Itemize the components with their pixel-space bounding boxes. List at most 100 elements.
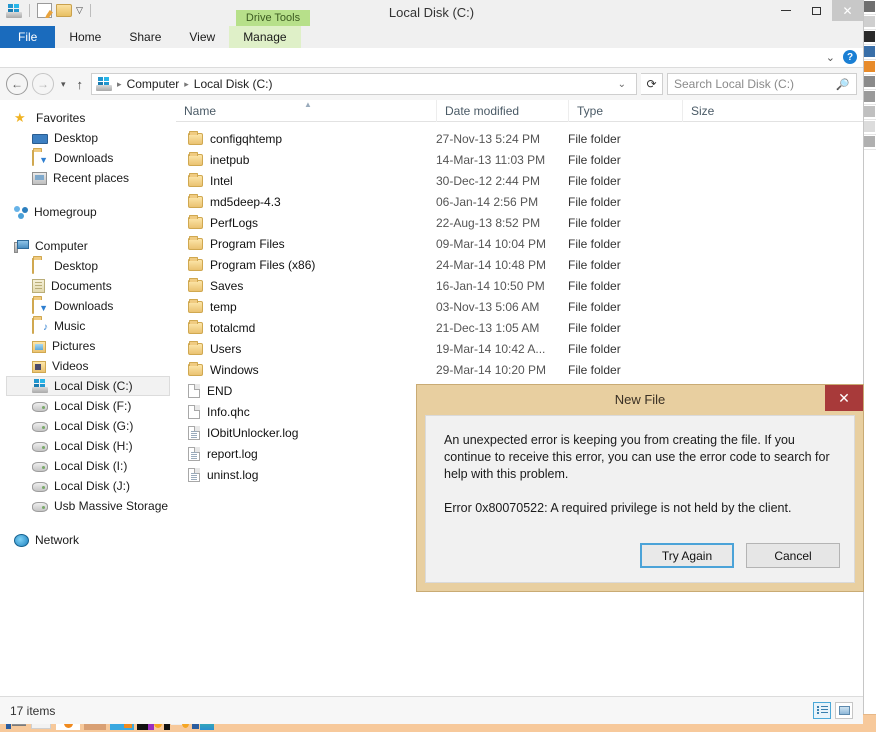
back-button[interactable]: ← [6,73,28,95]
sidebar-item-computer-downloads[interactable]: ▼ Downloads [0,296,176,316]
breadcrumb[interactable]: ▸ Computer ▸ Local Disk (C:) ⌄ [91,73,637,95]
sidebar-item-label: Network [35,533,80,547]
recent-locations-icon[interactable]: ▾ [58,79,69,90]
homegroup-icon [14,205,28,219]
sidebar-item-pictures[interactable]: Pictures [0,336,176,356]
sidebar-item-label: Desktop [54,131,99,145]
folder-icon [188,214,203,229]
sidebar-item-local-disk-i[interactable]: Local Disk (I:) [0,456,176,476]
table-row[interactable]: md5deep-4.3 06-Jan-14 2:56 PM File folde… [176,191,863,212]
sidebar-item-local-disk-f[interactable]: Local Disk (F:) [0,396,176,416]
sidebar-item-computer-desktop[interactable]: Desktop [0,256,176,276]
disk-drive-icon [32,462,48,472]
tab-home[interactable]: Home [55,26,115,48]
sidebar-item-usb-massive-storage[interactable]: Usb Massive Storage [0,496,176,516]
log-file-icon [188,446,200,461]
close-button[interactable]: ✕ [832,0,863,21]
window-title: Local Disk (C:) [388,5,475,20]
column-header-name[interactable]: Name [176,100,436,122]
up-button[interactable]: ↑ [73,77,88,92]
refresh-button[interactable]: ⟳ [641,73,663,95]
downloads-folder-icon: ▼ [32,150,48,166]
sidebar-item-local-disk-c[interactable]: Local Disk (C:) [6,376,170,396]
table-row[interactable]: Program Files 09-Mar-14 10:04 PM File fo… [176,233,863,254]
help-icon[interactable]: ? [843,50,857,64]
search-placeholder: Search Local Disk (C:) [674,77,795,91]
table-row[interactable]: Saves 16-Jan-14 10:50 PM File folder [176,275,863,296]
column-header-date-modified[interactable]: Date modified [436,99,568,122]
sidebar-item-homegroup[interactable]: Homegroup [0,202,176,222]
table-row[interactable]: configqhtemp 27-Nov-13 5:24 PM File fold… [176,128,863,149]
file-name: report.log [207,446,258,461]
search-input[interactable]: Search Local Disk (C:) 🔍 [667,73,857,95]
file-type: File folder [568,341,621,356]
sidebar-item-label: Local Disk (J:) [54,479,131,493]
column-header-size[interactable]: Size [682,99,752,122]
disk-drive-icon [32,502,48,512]
breadcrumb-dropdown-icon[interactable]: ⌄ [612,79,632,90]
table-row[interactable]: temp 03-Nov-13 5:06 AM File folder [176,296,863,317]
window-controls[interactable]: ✕ [770,0,863,21]
sidebar-item-favorites[interactable]: ★ Favorites [0,108,176,128]
hard-drive-icon [32,379,48,393]
disk-drive-icon [32,482,48,492]
table-row[interactable]: PerfLogs 22-Aug-13 8:52 PM File folder [176,212,863,233]
sidebar-item-desktop[interactable]: Desktop [0,128,176,148]
breadcrumb-item-computer[interactable]: Computer [125,77,182,91]
ribbon-tabs[interactable]: Drive Tools File Home Share View Manage … [0,10,863,64]
file-name: PerfLogs [210,215,259,230]
tab-share[interactable]: Share [115,26,175,48]
navigation-pane[interactable]: ★ Favorites Desktop ▼ Downloads Recent p… [0,100,176,696]
tab-manage[interactable]: Manage [229,26,301,48]
log-file-icon [188,467,200,482]
dialog-close-button[interactable]: ✕ [825,385,863,411]
file-date: 06-Jan-14 2:56 PM [436,194,539,209]
sidebar-item-local-disk-h[interactable]: Local Disk (H:) [0,436,176,456]
cancel-button[interactable]: Cancel [746,543,840,568]
tab-view[interactable]: View [175,26,229,48]
table-row[interactable]: totalcmd 21-Dec-13 1:05 AM File folder [176,317,863,338]
file-date: 21-Dec-13 1:05 AM [436,320,540,335]
table-row[interactable]: Program Files (x86) 24-Mar-14 10:48 PM F… [176,254,863,275]
column-header-type[interactable]: Type [568,99,682,122]
file-type: File folder [568,257,621,272]
maximize-button[interactable] [801,0,832,21]
disk-drive-icon [32,422,48,432]
try-again-button[interactable]: Try Again [640,543,734,568]
table-row[interactable]: inetpub 14-Mar-13 11:03 PM File folder [176,149,863,170]
collapse-ribbon-icon[interactable]: ⌄ [826,51,835,64]
forward-button[interactable]: → [32,73,54,95]
sidebar-item-videos[interactable]: Videos [0,356,176,376]
table-row[interactable]: Users 19-Mar-14 10:42 A... File folder [176,338,863,359]
table-row[interactable]: Windows 29-Mar-14 10:20 PM File folder [176,359,863,380]
sidebar-item-label: Recent places [53,171,130,185]
sidebar-item-local-disk-g[interactable]: Local Disk (G:) [0,416,176,436]
file-type: File folder [568,215,621,230]
file-name: totalcmd [210,320,256,335]
breadcrumb-item-local-disk-c[interactable]: Local Disk (C:) [192,77,275,91]
sidebar-item-label: Local Disk (H:) [54,439,133,453]
sidebar-item-local-disk-j[interactable]: Local Disk (J:) [0,476,176,496]
sidebar-item-computer[interactable]: Computer [0,236,176,256]
file-icon [188,404,200,419]
table-row[interactable]: Intel 30-Dec-12 2:44 PM File folder [176,170,863,191]
thumbnail-view-icon[interactable] [835,702,853,719]
details-view-icon[interactable] [813,702,831,719]
file-name: uninst.log [207,467,259,482]
sidebar-item-network[interactable]: Network [0,530,176,550]
background-window-strip[interactable] [862,0,876,714]
dialog-buttons: Try Again Cancel [640,543,840,568]
folder-icon [188,298,203,313]
file-type: File folder [568,152,621,167]
tab-file[interactable]: File [0,26,56,48]
column-headers[interactable]: ▲ Name Date modified Type Size [176,99,863,122]
sidebar-item-label: Local Disk (I:) [54,459,128,473]
folder-icon [188,151,203,166]
file-name: configqhtemp [210,131,283,146]
sidebar-item-music[interactable]: ♪ Music [0,316,176,336]
minimize-button[interactable] [770,0,801,21]
file-icon [188,383,200,398]
sidebar-item-downloads[interactable]: ▼ Downloads [0,148,176,168]
sidebar-item-recent-places[interactable]: Recent places [0,168,176,188]
sidebar-item-documents[interactable]: Documents [0,276,176,296]
